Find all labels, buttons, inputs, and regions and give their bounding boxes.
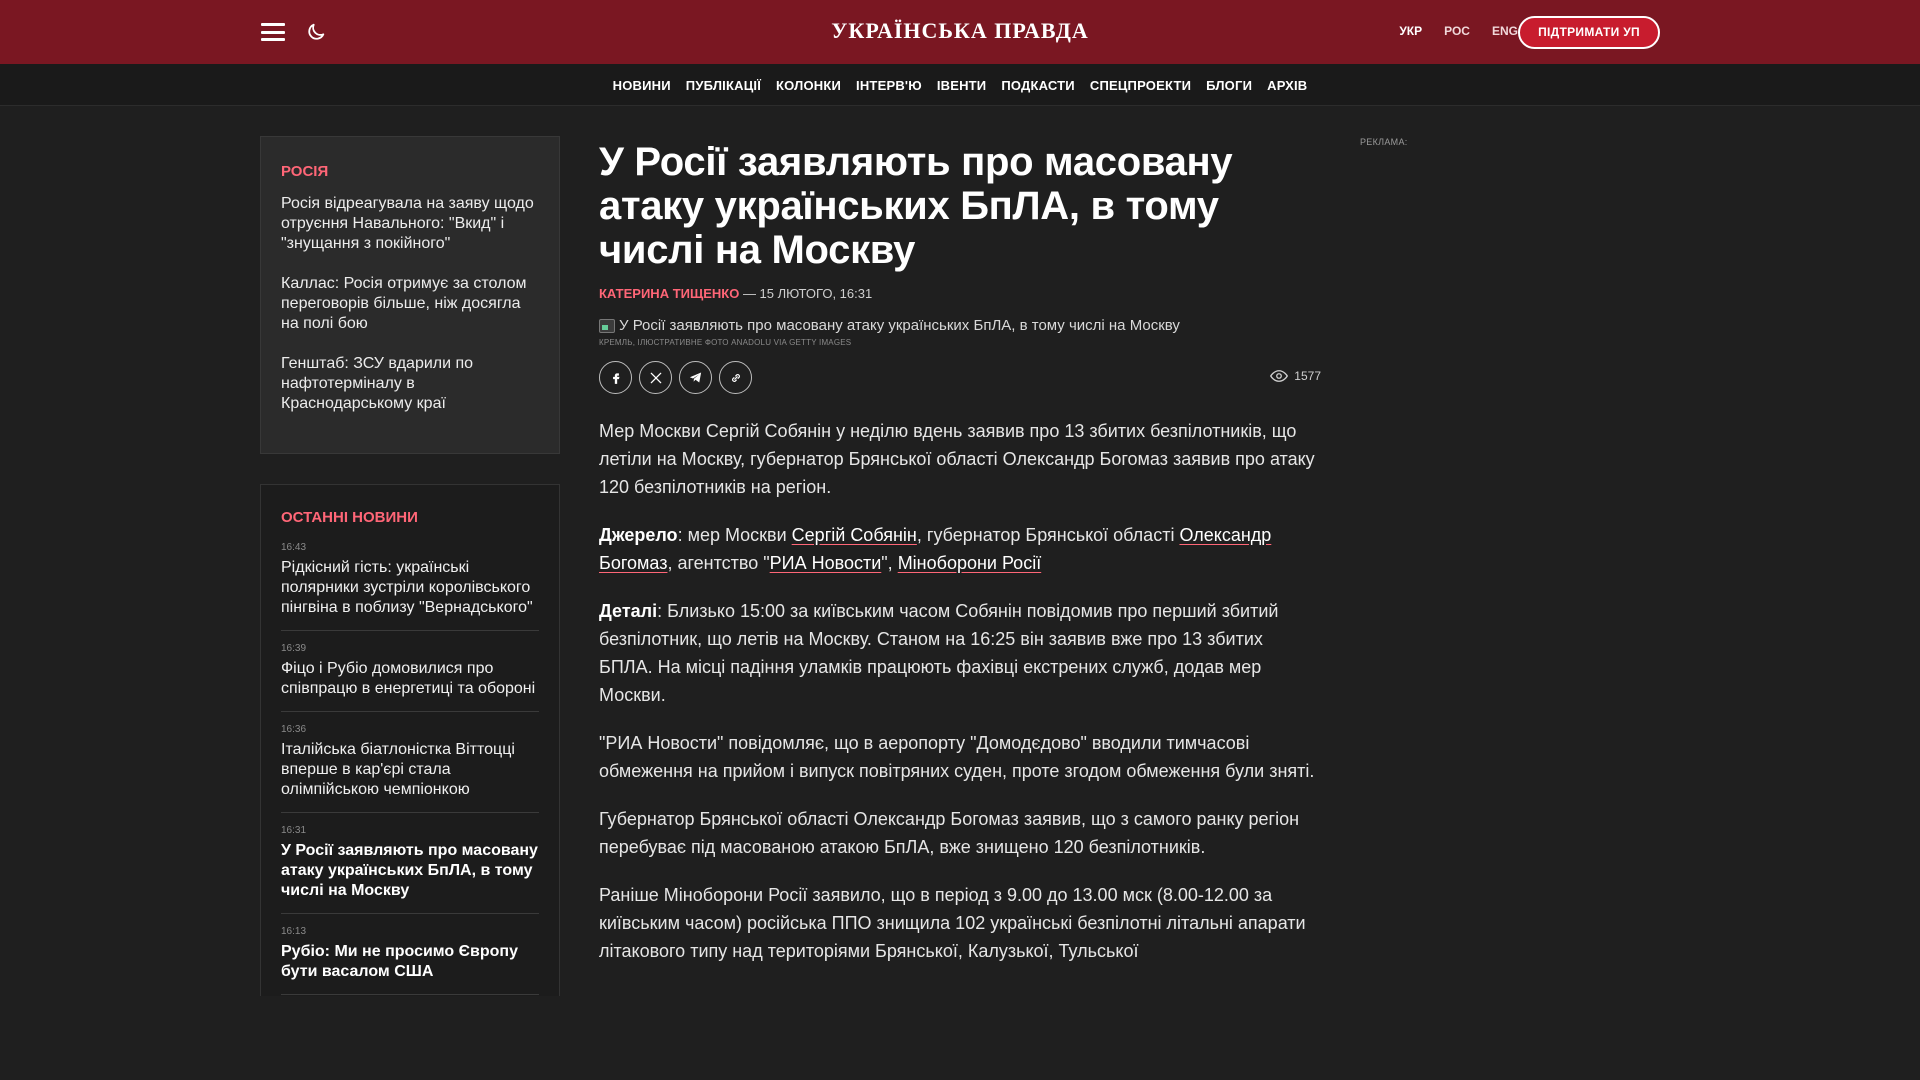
source-link-sobyanin[interactable]: Сергій Собянін (792, 525, 917, 545)
nav-item-blogs[interactable]: БЛОГИ (1206, 78, 1252, 93)
source-text: , агентство " (667, 553, 770, 573)
category-item[interactable]: Росія відреагувала на заяву щодо отруєнн… (281, 194, 539, 254)
details-label: Деталі (599, 601, 658, 621)
body-paragraph: "РИА Новости" повідомляє, що в аеропорту… (599, 733, 1315, 781)
author-link[interactable]: КАТЕРИНА ТИЩЕНКО (599, 286, 739, 301)
page-bottom-overlay (0, 996, 1920, 1080)
news-item[interactable]: 16:39 Фіцо і Рубіо домовилися про співпр… (281, 643, 539, 712)
article-title: У Росії заявляють про масовану атаку укр… (599, 140, 1233, 272)
body-paragraph: Губернатор Брянської області Олександр Б… (599, 809, 1300, 857)
news-item[interactable]: 16:36 Італійська біатлоністка Віттоцці в… (281, 724, 539, 813)
views-count: 1577 (1294, 369, 1321, 383)
news-time: 16:31 (281, 825, 307, 836)
ad-label: Реклама: (1360, 137, 1408, 147)
share-row: 1577 (599, 361, 1321, 395)
news-item[interactable]: 16:13 Рубіо: Ми не просимо Європу бути в… (281, 926, 539, 995)
news-time: 16:13 (281, 926, 307, 937)
details-text: : Близько 15:00 за київським часом Собян… (599, 601, 1279, 705)
details-paragraph: Деталі: Близько 15:00 за київським часом… (599, 597, 1321, 709)
views-counter: 1577 (1270, 369, 1321, 383)
x-icon[interactable] (639, 361, 672, 394)
article: У Росії заявляють про масовану атаку укр… (599, 140, 1321, 985)
menu-icon[interactable] (261, 23, 285, 41)
lang-ukr[interactable]: УКР (1399, 24, 1422, 38)
news-headline[interactable]: У Росії заявляють про масовану атаку укр… (281, 841, 539, 901)
nav-item-publications[interactable]: ПУБЛІКАЦІЇ (686, 78, 761, 93)
source-link-mod[interactable]: Міноборони Росії (898, 553, 1042, 573)
source-text: , губернатор Брянської області (916, 525, 1180, 545)
publish-date: — 15 ЛЮТОГО, 16:31 (739, 286, 873, 301)
news-headline[interactable]: Італійська біатлоністка Віттоцці вперше … (281, 740, 539, 800)
article-image: У Росії заявляють про масовану атаку укр… (599, 317, 1321, 334)
source-paragraph: Джерело: мер Москви Сергій Собянін, губе… (599, 521, 1321, 577)
body-paragraph: Раніше Міноборони Росії заявило, що в пе… (599, 885, 1306, 961)
news-time: 16:36 (281, 724, 307, 735)
language-switcher: УКР РОС ENG (1399, 24, 1518, 38)
top-header: УКРАЇНСЬКА ПРАВДА УКР РОС ENG ПІДТРИМАТИ… (0, 0, 1920, 64)
image-caption: Кремль, ілюстративне фото Anadolu via Ge… (599, 338, 852, 347)
source-text: : мер Москви (677, 525, 792, 545)
source-label: Джерело (599, 525, 678, 545)
facebook-icon[interactable] (599, 361, 632, 394)
main-nav: НОВИНИ ПУБЛІКАЦІЇ КОЛОНКИ ІНТЕРВ'Ю ІВЕНТ… (0, 64, 1920, 106)
moon-icon[interactable] (305, 21, 327, 43)
lead-paragraph: Мер Москви Сергій Собянін у неділю вдень… (599, 421, 1315, 497)
source-link-ria[interactable]: РИА Новости (770, 553, 882, 573)
byline: КАТЕРИНА ТИЩЕНКО — 15 ЛЮТОГО, 16:31 (599, 286, 1321, 301)
news-headline[interactable]: Рубіо: Ми не просимо Європу бути васалом… (281, 942, 539, 982)
nav-item-columns[interactable]: КОЛОНКИ (776, 78, 841, 93)
category-item[interactable]: Каллас: Росія отримує за столом перегово… (281, 274, 539, 334)
category-item[interactable]: Генштаб: ЗСУ вдарили по нафтотерміналу в… (281, 354, 539, 414)
nav-item-events[interactable]: ІВЕНТИ (937, 78, 987, 93)
lang-eng[interactable]: ENG (1492, 24, 1518, 38)
broken-image-icon (599, 318, 615, 333)
category-box: РОСІЯ Росія відреагувала на заяву щодо о… (260, 136, 560, 454)
source-text: ", (881, 553, 898, 573)
news-item-current[interactable]: 16:31 У Росії заявляють про масовану ата… (281, 825, 539, 914)
nav-item-specprojects[interactable]: СПЕЦПРОЕКТИ (1090, 78, 1191, 93)
nav-item-news[interactable]: НОВИНИ (613, 78, 671, 93)
category-title[interactable]: РОСІЯ (281, 163, 539, 180)
nav-item-archive[interactable]: АРХІВ (1267, 78, 1307, 93)
nav-item-podcasts[interactable]: ПОДКАСТИ (1001, 78, 1075, 93)
lang-ros[interactable]: РОС (1444, 24, 1470, 38)
nav-item-interview[interactable]: ІНТЕРВ'Ю (856, 78, 922, 93)
eye-icon (1270, 370, 1289, 382)
news-headline[interactable]: Фіцо і Рубіо домовилися про співпрацю в … (281, 659, 539, 699)
latest-news-box: ОСТАННІ НОВИНИ 16:43 Рідкісний гість: ук… (260, 484, 560, 1000)
telegram-icon[interactable] (679, 361, 712, 394)
news-time: 16:39 (281, 643, 307, 654)
news-time: 16:43 (281, 542, 307, 553)
latest-news-title: ОСТАННІ НОВИНИ (281, 509, 418, 526)
link-icon[interactable] (719, 361, 752, 394)
news-item[interactable]: 16:43 Рідкісний гість: українські полярн… (281, 542, 539, 631)
news-headline[interactable]: Рідкісний гість: українські полярники зу… (281, 558, 539, 618)
image-alt-text: У Росії заявляють про масовану атаку укр… (619, 317, 1180, 334)
article-body: Мер Москви Сергій Собянін у неділю вдень… (599, 417, 1321, 965)
support-button[interactable]: ПІДТРИМАТИ УП (1518, 16, 1660, 49)
